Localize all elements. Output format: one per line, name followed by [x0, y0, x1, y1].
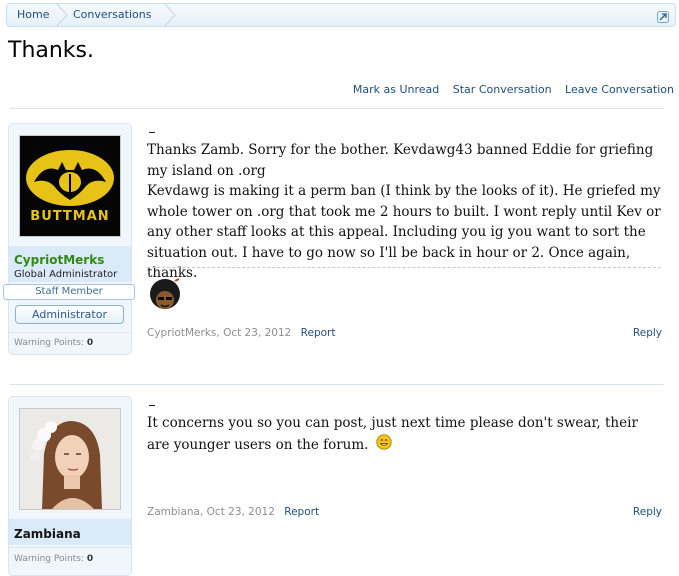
smile-icon: [376, 433, 392, 457]
message-user-info: Zambiana Warning Points: 0: [8, 396, 132, 576]
message-user-info: BUTTMAN CypriotMerks Global Administrato…: [3, 123, 135, 355]
user-title: Global Administrator: [14, 269, 118, 280]
jump-to-icon[interactable]: [657, 8, 669, 23]
message-meta: Zambiana, Oct 23, 2012 Report: [147, 506, 319, 518]
reply-link[interactable]: Reply: [633, 506, 662, 518]
divider: [9, 332, 131, 333]
portrait-avatar: [20, 409, 120, 509]
star-conversation-link[interactable]: Star Conversation: [453, 83, 552, 96]
warning-points-value: 0: [86, 554, 94, 564]
breadcrumb-conversations-link[interactable]: Conversations: [73, 4, 151, 26]
chevron-right-icon: [163, 3, 177, 27]
tick-mark: [149, 405, 155, 406]
staff-member-badge: Staff Member: [3, 284, 135, 300]
report-link[interactable]: Report: [301, 327, 336, 339]
conversation-actions: Mark as Unread Star Conversation Leave C…: [343, 83, 674, 96]
chevron-right-icon: [55, 3, 69, 27]
message-meta: CypriotMerks, Oct 23, 2012 Report: [147, 327, 335, 339]
warning-points-label: Warning Points:: [14, 554, 84, 564]
breadcrumb-home-link[interactable]: Home: [17, 4, 49, 26]
message-text-body: It concerns you so you can post, just ne…: [147, 415, 638, 453]
message-text: It concerns you so you can post, just ne…: [147, 413, 662, 456]
avatar[interactable]: BUTTMAN: [19, 135, 121, 237]
afro-emoticon-icon: [147, 278, 185, 314]
avatar-caption: BUTTMAN: [30, 209, 110, 224]
administrator-banner: Administrator: [15, 305, 124, 324]
divider: [10, 384, 664, 385]
divider: [9, 547, 131, 548]
avatar[interactable]: [19, 408, 121, 510]
user-name-link[interactable]: Zambiana: [14, 527, 81, 541]
message-date[interactable]: Oct 23, 2012: [207, 506, 275, 518]
reply-link[interactable]: Reply: [633, 327, 662, 339]
warning-points: Warning Points: 0: [14, 554, 93, 564]
report-link[interactable]: Report: [284, 506, 319, 518]
tick-mark: [149, 132, 155, 133]
message-text: Thanks Zamb. Sorry for the bother. Kevda…: [147, 142, 661, 281]
breadcrumb: Home Conversations: [6, 3, 676, 27]
message-author[interactable]: CypriotMerks: [147, 327, 216, 339]
warning-points-value: 0: [86, 338, 94, 348]
user-name-link[interactable]: CypriotMerks: [14, 253, 104, 267]
mark-unread-link[interactable]: Mark as Unread: [353, 83, 439, 96]
leave-conversation-link[interactable]: Leave Conversation: [565, 83, 674, 96]
signature-divider: [147, 267, 661, 268]
warning-points-label: Warning Points:: [14, 338, 84, 348]
page-title: Thanks.: [8, 38, 95, 63]
message-date[interactable]: Oct 23, 2012: [223, 327, 291, 339]
message-author[interactable]: Zambiana: [147, 506, 200, 518]
warning-points: Warning Points: 0: [14, 338, 93, 348]
meta-comma: ,: [199, 506, 207, 518]
divider: [10, 108, 664, 109]
